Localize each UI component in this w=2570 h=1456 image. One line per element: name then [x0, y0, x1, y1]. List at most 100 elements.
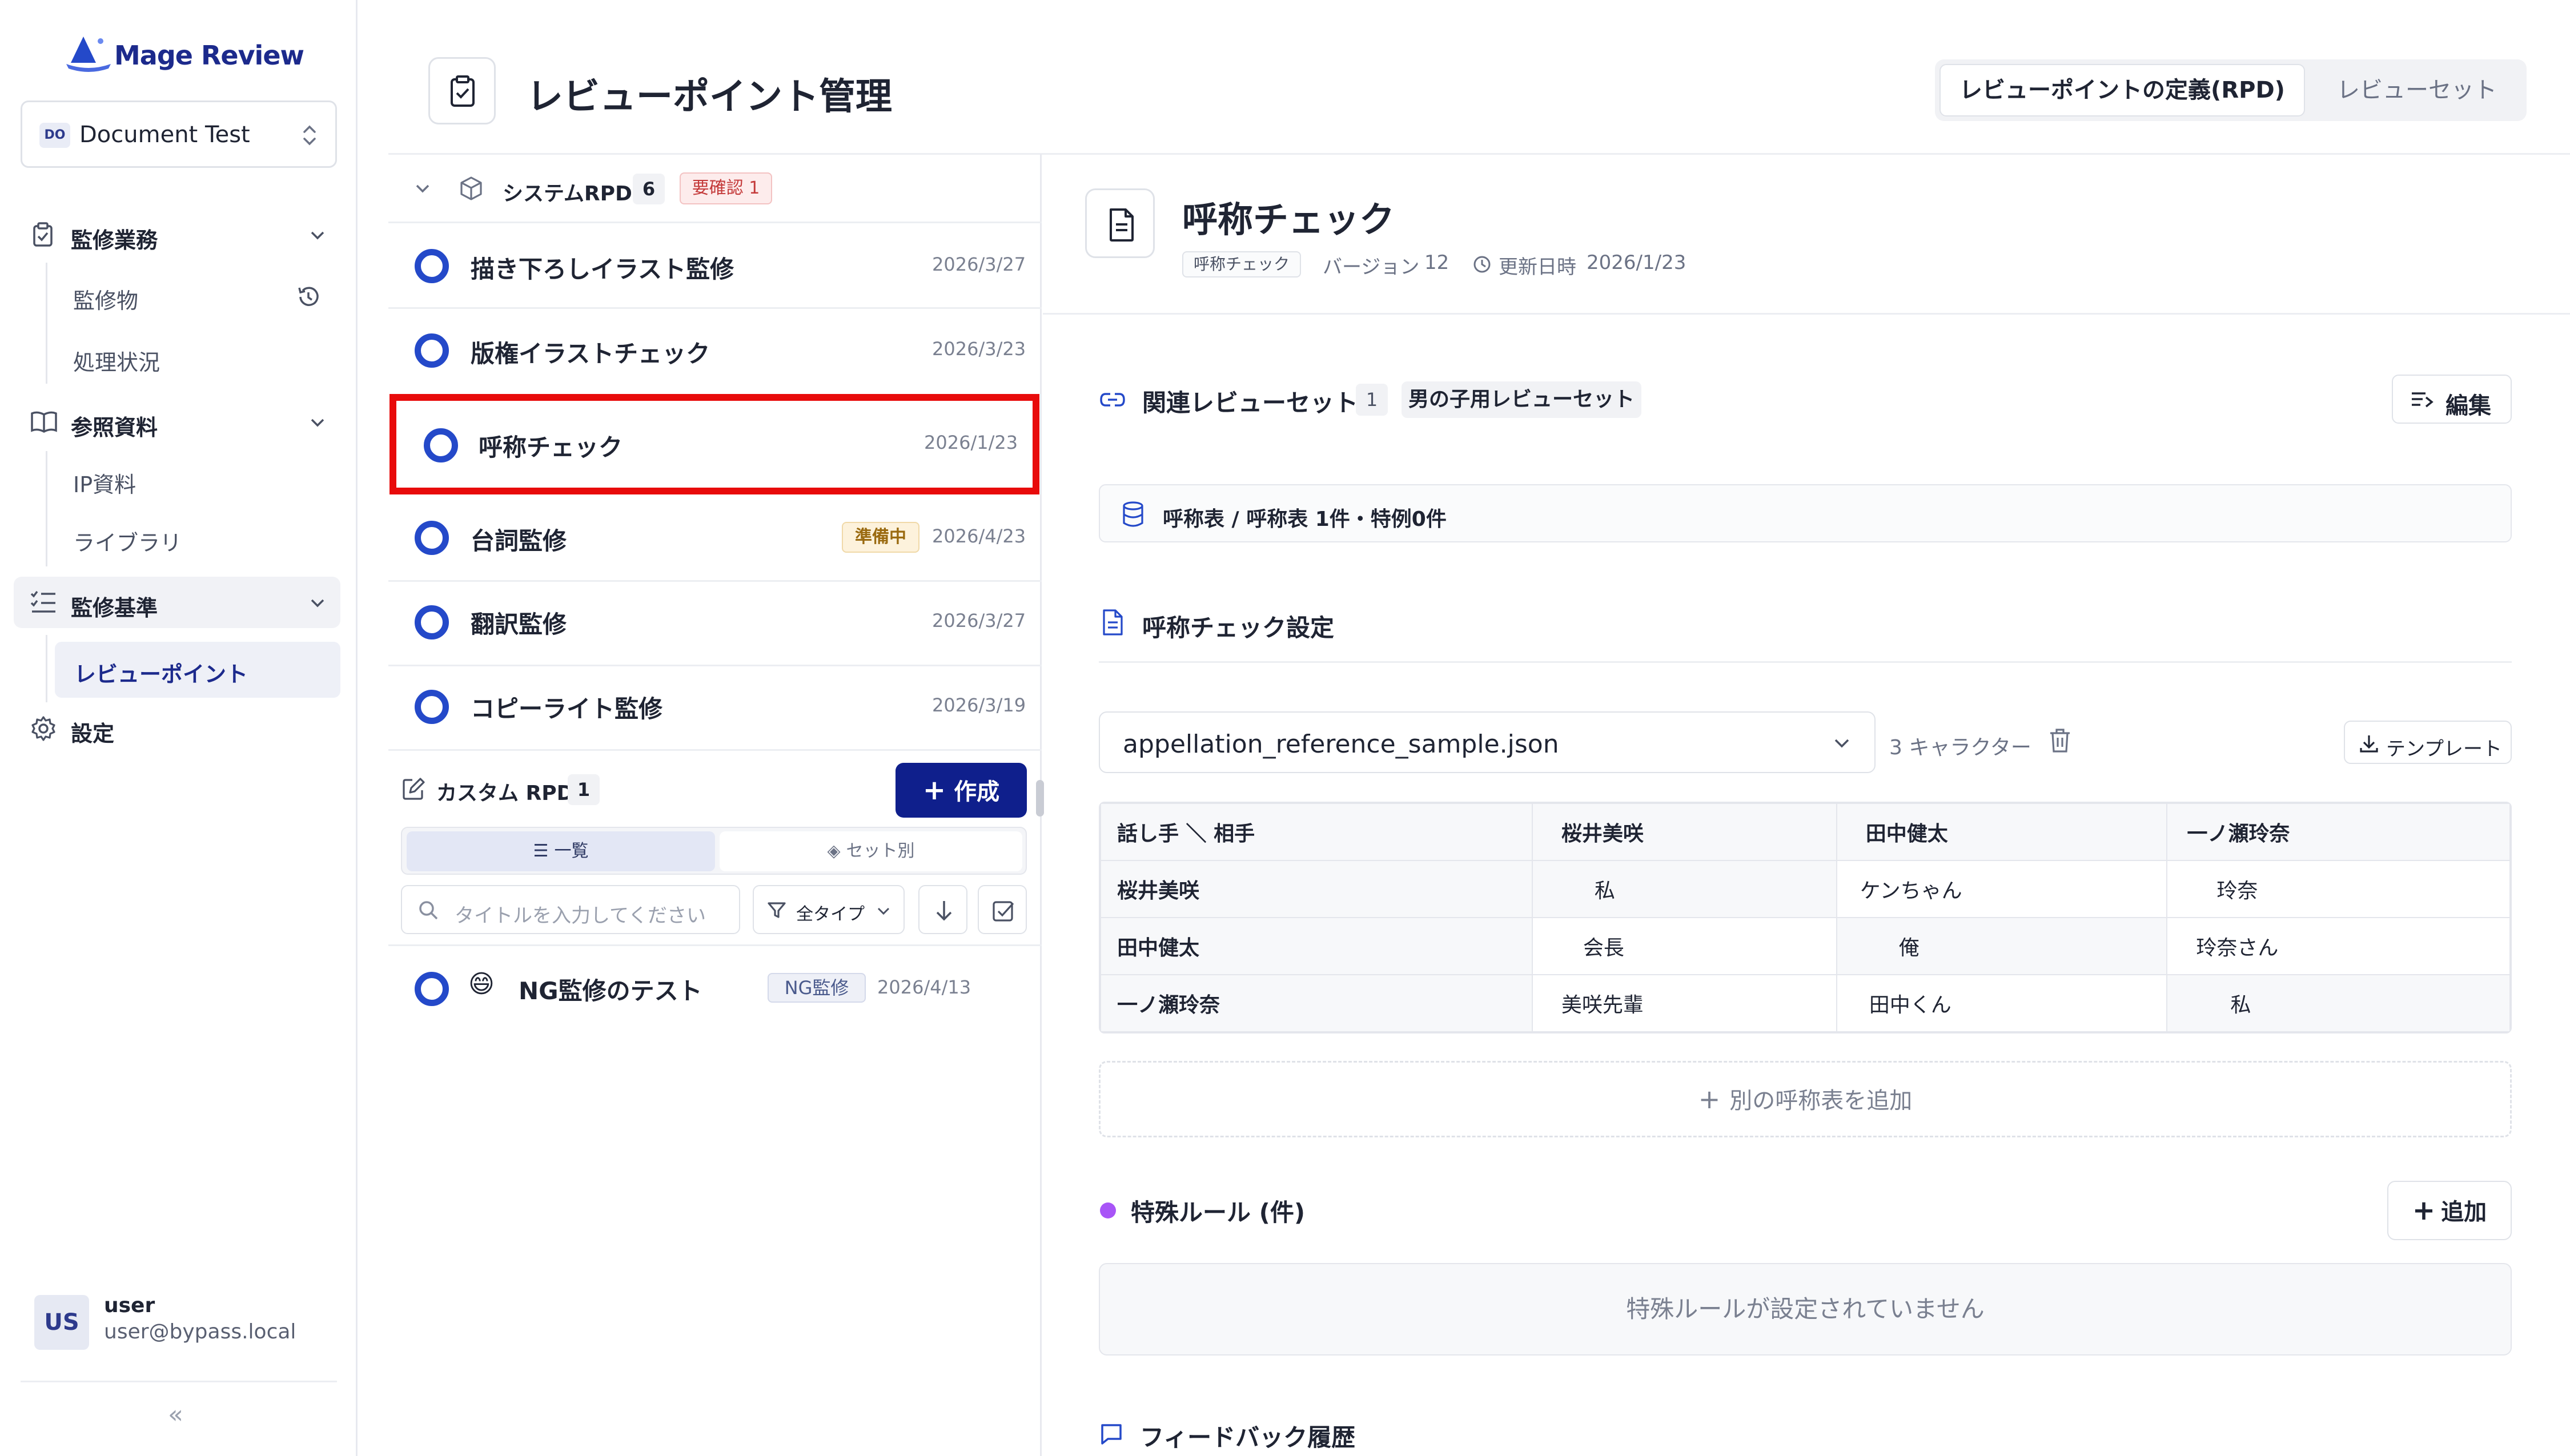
create-button[interactable]: + 作成	[896, 763, 1027, 818]
search-icon	[419, 901, 438, 920]
file-select[interactable]: appellation_reference_sample.json	[1099, 711, 1876, 773]
chevron-down-icon	[1834, 739, 1849, 748]
rpd-item-date: 2026/4/23	[932, 525, 1026, 547]
table-cell[interactable]: 美咲先輩	[1531, 974, 1837, 1032]
rpd-item-title: 版権イラストチェック	[471, 340, 710, 368]
avatar[interactable]: US	[34, 1295, 89, 1350]
rpd-list-item[interactable]: 台詞監修 準備中 2026/4/23	[388, 497, 1042, 580]
version-value: 12	[1424, 251, 1449, 274]
system-rpd-count: 6	[633, 174, 665, 204]
special-rules-dot-icon	[1100, 1202, 1116, 1218]
tab-by-set[interactable]: ◈ セット別	[720, 831, 1022, 871]
clipboard-check-icon	[451, 75, 475, 107]
rpd-item-title: コピーライト監修	[471, 695, 663, 723]
system-rpd-label: システムRPD	[503, 182, 632, 206]
type-filter[interactable]: 全タイプ	[753, 885, 905, 934]
divider	[1099, 661, 2512, 663]
rpd-list-item[interactable]: 翻訳監修 2026/3/27	[388, 582, 1042, 665]
chevron-up-down-icon	[303, 125, 316, 146]
table-cell[interactable]: 私	[1531, 860, 1837, 918]
rpd-list-item[interactable]: 版権イラストチェック 2026/3/23	[388, 309, 1042, 393]
nav-section-reference[interactable]: 参照資料	[14, 396, 340, 448]
selection-highlight	[389, 394, 1039, 494]
sidebar-item-library[interactable]: ライブラリ	[73, 525, 182, 557]
version-label: バージョン	[1323, 256, 1420, 279]
sidebar-item-ip-materials[interactable]: IP資料	[73, 467, 136, 498]
project-selector[interactable]: DO Document Test	[21, 100, 337, 168]
message-icon	[1101, 1424, 1122, 1445]
project-name: Document Test	[79, 122, 250, 148]
add-table-label: 別の呼称表を追加	[1729, 1088, 1913, 1114]
review-set-chip[interactable]: 男の子用レビューセット	[1402, 381, 1641, 418]
table-header-cell: 田中健太	[1836, 803, 2168, 861]
tab-rpd[interactable]: レビューポイントの定義(RPD)	[1939, 64, 2305, 116]
book-open-icon	[31, 411, 57, 433]
divider	[21, 1381, 337, 1382]
detail-title: 呼称チェック	[1182, 199, 1395, 240]
add-appellation-table-button[interactable]: + 別の呼称表を追加	[1099, 1061, 2512, 1137]
sidebar-item-label: レビューポイント	[74, 662, 248, 687]
sort-button[interactable]	[918, 885, 967, 934]
nav-settings-label: 設定	[71, 721, 115, 746]
system-rpd-header[interactable]: システムRPD 6 要確認 1	[388, 155, 1042, 222]
table-cell[interactable]: 玲奈	[2166, 860, 2511, 918]
rpd-list-item[interactable]: 描き下ろしイラスト監修 2026/3/27	[388, 224, 1042, 307]
nav-tree-line	[46, 263, 47, 384]
nav-section-label: 監修業務	[71, 228, 158, 253]
select-mode-button[interactable]	[978, 885, 1027, 934]
sidebar-item-processing-status[interactable]: 処理状況	[73, 345, 160, 376]
source-table-summary[interactable]: 呼称表 / 呼称表 1件・特例0件	[1099, 484, 2512, 542]
nav-section-label: 参照資料	[71, 415, 158, 440]
list-check-icon	[30, 590, 55, 613]
page-title: レビューポイント管理	[527, 76, 892, 118]
app-logo-text: Mage Review	[114, 40, 304, 71]
sidebar: Mage Review DO Document Test 監修業務 監修物 処理…	[0, 0, 358, 1456]
table-row: 田中健太 会長 俺 玲奈さん	[1100, 917, 2511, 975]
document-icon	[1103, 609, 1123, 636]
rpd-list-item[interactable]: 😄 NG監修のテスト NG監修 2026/4/13	[388, 948, 1042, 1024]
character-count: 3 キャラクター	[1889, 736, 2031, 759]
nav-section-review-criteria[interactable]: 監修基準	[14, 577, 340, 628]
table-cell[interactable]: 会長	[1531, 917, 1837, 975]
arrow-down-icon	[936, 901, 952, 921]
search-input[interactable]: タイトルを入力してください	[401, 885, 740, 934]
search-placeholder: タイトルを入力してください	[455, 904, 706, 927]
history-icon[interactable]	[295, 283, 322, 311]
add-special-rule-button[interactable]: + 追加	[2387, 1181, 2512, 1240]
custom-rpd-count: 1	[568, 774, 600, 805]
template-download-button[interactable]: テンプレート	[2344, 721, 2512, 764]
table-cell[interactable]: 玲奈さん	[2166, 917, 2511, 975]
rpd-item-date: 2026/4/13	[877, 976, 971, 998]
table-cell[interactable]: 私	[2166, 974, 2511, 1032]
related-sets-label: 関連レビューセット	[1142, 389, 1359, 417]
sidebar-item-deliverables[interactable]: 監修物	[73, 283, 138, 315]
chevron-down-icon	[311, 231, 324, 240]
collapse-sidebar-button[interactable]: «	[168, 1400, 183, 1429]
nav-section-review-work[interactable]: 監修業務	[14, 209, 340, 260]
plus-icon: +	[922, 774, 946, 806]
table-cell[interactable]: 田中くん	[1836, 974, 2168, 1032]
nav-tree-line	[46, 635, 47, 702]
plus-icon: +	[1698, 1084, 1721, 1115]
edit-button-label: 編集	[2445, 393, 2491, 419]
emoji-icon: 😄	[468, 970, 495, 999]
download-icon	[2360, 735, 2378, 753]
nav-tree-line	[46, 451, 47, 566]
edit-button[interactable]: 編集	[2392, 375, 2512, 424]
feedback-history-title: フィードバック履歴	[1140, 1423, 1356, 1451]
edit-note-icon	[403, 778, 425, 800]
table-cell[interactable]: 俺	[1836, 917, 2168, 975]
tab-list[interactable]: ☰ 一覧	[407, 831, 715, 871]
panel-resize-handle[interactable]	[1036, 780, 1044, 817]
sidebar-item-review-points[interactable]: レビューポイント	[55, 642, 340, 698]
rpd-item-date: 2026/3/27	[932, 254, 1026, 275]
rpd-status-icon	[415, 249, 449, 283]
table-cell[interactable]: ケンちゃん	[1836, 860, 2168, 918]
nav-settings[interactable]: 設定	[14, 702, 340, 754]
updated-value: 2026/1/23	[1587, 251, 1686, 274]
trash-icon[interactable]	[2048, 727, 2072, 754]
rpd-item-date: 2026/3/27	[932, 610, 1026, 632]
tab-review-sets[interactable]: レビューセット	[2312, 64, 2522, 116]
rpd-list-item[interactable]: コピーライト監修 2026/3/19	[388, 667, 1042, 749]
chevron-down-icon	[877, 907, 890, 915]
